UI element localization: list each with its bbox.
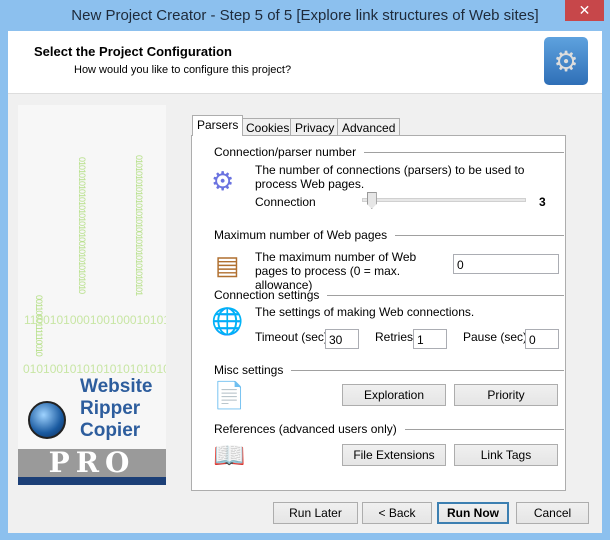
help-file-icon: 📄 xyxy=(213,380,246,410)
timeout-label: Timeout (sec) xyxy=(255,330,328,344)
section-heading: Misc settings xyxy=(214,363,284,377)
priority-button[interactable]: Priority xyxy=(454,384,558,406)
run-later-button[interactable]: Run Later xyxy=(273,502,358,524)
abacus-icon: ▤ xyxy=(215,250,240,280)
wizard-header: Select the Project Configuration How wou… xyxy=(8,31,602,94)
pro-badge: PRO xyxy=(18,449,166,477)
close-button[interactable]: ✕ xyxy=(565,0,604,21)
tab-cookies[interactable]: Cookies xyxy=(241,118,295,136)
section-heading: Connection settings xyxy=(214,288,320,302)
tab-advanced[interactable]: Advanced xyxy=(337,118,401,136)
logo-line: Website xyxy=(80,376,153,397)
section-max-pages: Maximum number of Web pages xyxy=(214,228,564,242)
section-references: References (advanced users only) xyxy=(214,422,564,436)
pause-input[interactable]: 0 xyxy=(525,329,559,349)
cancel-button[interactable]: Cancel xyxy=(516,502,589,524)
connection-value: 3 xyxy=(539,195,546,209)
section-heading: Maximum number of Web pages xyxy=(214,228,388,242)
back-button[interactable]: < Back xyxy=(362,502,432,524)
globe-icon xyxy=(28,401,66,439)
section-heading: Connection/parser number xyxy=(214,145,357,159)
timeout-input[interactable]: 30 xyxy=(325,329,359,349)
exploration-button[interactable]: Exploration xyxy=(342,384,446,406)
connection-slider-track[interactable] xyxy=(362,198,526,202)
logo-line: Ripper xyxy=(80,398,141,419)
max-pages-description: The maximum number of Web pages to proce… xyxy=(255,250,417,292)
max-pages-input[interactable]: 0 xyxy=(453,254,559,274)
tab-parsers[interactable]: Parsers xyxy=(192,115,244,136)
globe-icon: 🌐 xyxy=(211,306,244,336)
retries-label: Retries: xyxy=(375,330,417,344)
section-heading: References (advanced users only) xyxy=(214,422,397,436)
page-subtitle: How would you like to configure this pro… xyxy=(74,64,292,76)
link-tags-button[interactable]: Link Tags xyxy=(454,444,558,466)
conn-settings-description: The settings of making Web connections. xyxy=(255,305,475,319)
logo-bar xyxy=(18,477,166,485)
gears-icon: ⚙ xyxy=(544,37,588,85)
run-now-button[interactable]: Run Now xyxy=(437,502,509,524)
logo-line: Copier xyxy=(80,420,141,441)
connection-description: The number of connections (parsers) to b… xyxy=(255,163,525,191)
page-title: Select the Project Configuration xyxy=(34,44,232,59)
product-logo: 0101010101010101010100101010101010 01010… xyxy=(18,105,166,485)
title-bar: New Project Creator - Step 5 of 5 [Explo… xyxy=(0,0,610,31)
retries-input[interactable]: 1 xyxy=(413,329,447,349)
book-icon: 📖 xyxy=(213,440,246,470)
pause-label: Pause (sec): xyxy=(463,330,531,344)
section-connection-settings: Connection settings xyxy=(214,288,564,302)
section-misc: Misc settings xyxy=(214,363,564,377)
window-title: New Project Creator - Step 5 of 5 [Explo… xyxy=(71,7,539,24)
section-connection: Connection/parser number xyxy=(214,145,564,159)
tab-privacy[interactable]: Privacy xyxy=(290,118,340,136)
gear-icon: ⚙ xyxy=(211,166,235,196)
connection-label: Connection xyxy=(255,195,316,209)
file-extensions-button[interactable]: File Extensions xyxy=(342,444,446,466)
logo-text: Website Ripper Copier xyxy=(80,376,153,442)
